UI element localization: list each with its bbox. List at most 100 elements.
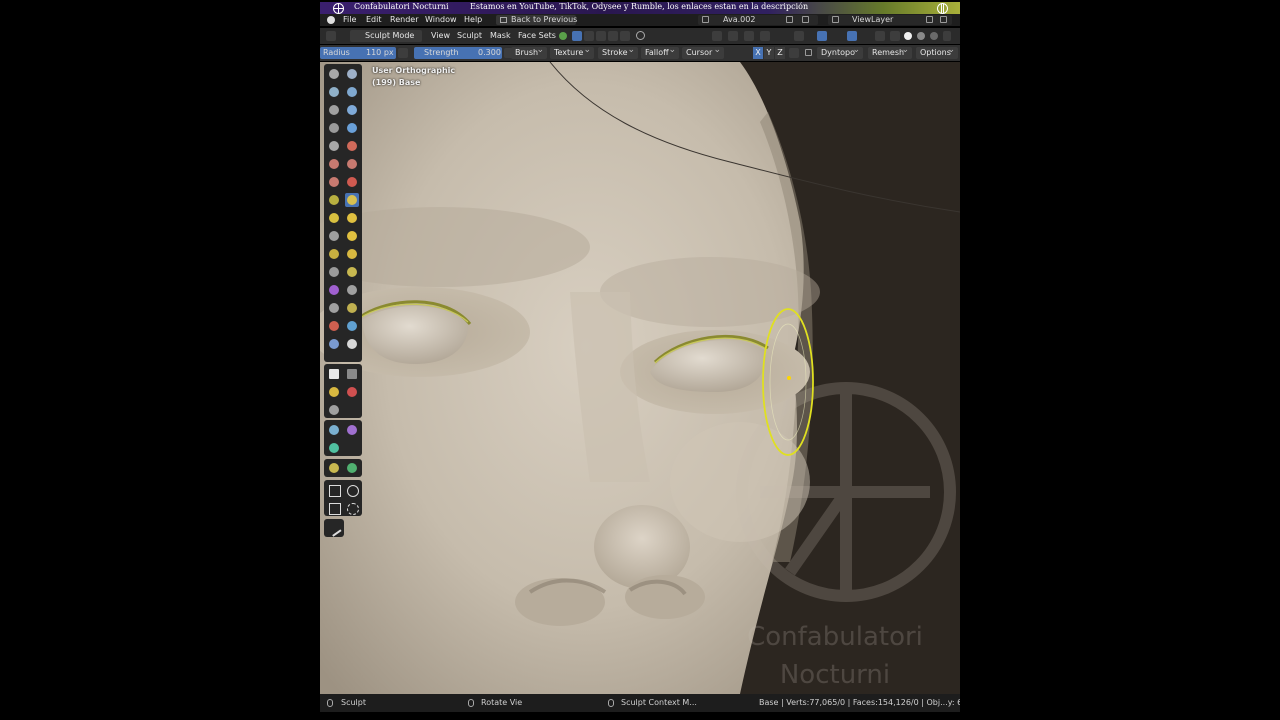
move-icon[interactable] bbox=[327, 483, 341, 497]
dyntopo-checkbox[interactable] bbox=[805, 49, 812, 56]
tool-smear[interactable] bbox=[345, 337, 359, 351]
tool-simplify[interactable] bbox=[345, 283, 359, 297]
tool-mask[interactable] bbox=[327, 301, 341, 315]
axis-z-toggle[interactable]: Z bbox=[775, 47, 785, 59]
brush-dropdown[interactable]: Brush bbox=[511, 45, 547, 59]
menu-edit[interactable]: Edit bbox=[366, 15, 382, 24]
tool-smooth[interactable] bbox=[345, 139, 359, 153]
mode-selector[interactable]: Sculpt Mode bbox=[350, 30, 422, 42]
strength-field[interactable]: Strength 0.300 bbox=[414, 47, 502, 59]
pivot-dropdown-icon[interactable] bbox=[712, 31, 722, 41]
scene-selector[interactable]: Ava.002 bbox=[698, 15, 818, 25]
menu-window[interactable]: Window bbox=[425, 15, 457, 24]
blender-logo-icon[interactable] bbox=[327, 16, 335, 24]
menu-mask[interactable]: Mask bbox=[490, 31, 511, 40]
tool-flatten[interactable] bbox=[327, 157, 341, 171]
lock-axis-icon[interactable] bbox=[789, 48, 799, 58]
tool-draw[interactable] bbox=[327, 67, 341, 81]
search-icon[interactable] bbox=[636, 31, 645, 40]
menu-face-sets[interactable]: Face Sets bbox=[518, 31, 556, 40]
menu-view[interactable]: View bbox=[431, 31, 450, 40]
editor-type-icon[interactable] bbox=[326, 31, 336, 41]
annotate-pen-icon[interactable] bbox=[326, 521, 342, 537]
dyntopo-dropdown[interactable]: Dyntopo bbox=[817, 45, 863, 59]
cursor-dropdown[interactable]: Cursor bbox=[682, 45, 724, 59]
mask-select-icon[interactable] bbox=[608, 31, 618, 41]
tool-clay-thumb[interactable] bbox=[327, 103, 341, 117]
view-layer-selector[interactable]: ViewLayer bbox=[828, 15, 952, 25]
rotate-icon[interactable] bbox=[345, 483, 359, 497]
tool-rotate[interactable] bbox=[345, 247, 359, 261]
tool-line-project[interactable] bbox=[327, 403, 341, 417]
new-scene-icon[interactable] bbox=[786, 16, 793, 23]
tool-nudge[interactable] bbox=[327, 247, 341, 261]
tool-fill[interactable] bbox=[345, 157, 359, 171]
proportional-edit-icon[interactable] bbox=[760, 31, 770, 41]
tool-pinch[interactable] bbox=[327, 193, 341, 207]
shading-options-icon[interactable] bbox=[943, 31, 951, 41]
edge-select-icon[interactable] bbox=[584, 31, 594, 41]
tool-scrape[interactable] bbox=[327, 175, 341, 189]
options-dropdown[interactable]: Options bbox=[916, 45, 958, 59]
tool-snake-hook[interactable] bbox=[345, 211, 359, 225]
xray-toggle-icon[interactable] bbox=[875, 31, 885, 41]
menu-file[interactable]: File bbox=[343, 15, 356, 24]
material-shading-icon[interactable] bbox=[917, 32, 925, 40]
tool-blob[interactable] bbox=[345, 121, 359, 135]
tool-pose[interactable] bbox=[345, 229, 359, 243]
tool-crease[interactable] bbox=[327, 139, 341, 153]
overlays-toggle-icon[interactable] bbox=[847, 31, 857, 41]
3d-viewport[interactable]: User Orthographic (199) Base Confabulato… bbox=[320, 62, 960, 694]
tool-edit-face-set[interactable] bbox=[327, 461, 341, 475]
tool-multiplane-scrape[interactable] bbox=[345, 175, 359, 189]
vertex-select-icon[interactable] bbox=[572, 31, 582, 41]
pressure-pen-icon[interactable] bbox=[398, 48, 408, 58]
tool-multires-displacement-eraser[interactable] bbox=[327, 319, 341, 333]
axis-x-toggle[interactable]: X bbox=[753, 47, 763, 59]
close-view-layer-icon[interactable] bbox=[940, 16, 947, 23]
tool-clay[interactable] bbox=[327, 85, 341, 99]
back-to-previous-button[interactable]: Back to Previous bbox=[496, 15, 577, 25]
snapping-icon[interactable] bbox=[744, 31, 754, 41]
axis-y-toggle[interactable]: Y bbox=[764, 47, 774, 59]
tool-draw-face-sets[interactable] bbox=[345, 301, 359, 315]
face-select-icon[interactable] bbox=[596, 31, 606, 41]
falloff-dropdown[interactable]: Falloff bbox=[641, 45, 679, 59]
tool-multires-displacement-smear[interactable] bbox=[345, 319, 359, 333]
tool-clay-strips[interactable] bbox=[345, 85, 359, 99]
tool-thumb[interactable] bbox=[327, 229, 341, 243]
scale-icon[interactable] bbox=[327, 501, 341, 515]
tool-mask-by-color[interactable] bbox=[345, 461, 359, 475]
new-view-layer-icon[interactable] bbox=[926, 16, 933, 23]
lasso-icon[interactable] bbox=[620, 31, 630, 41]
solid-shading-icon[interactable] bbox=[904, 32, 912, 40]
menu-sculpt[interactable]: Sculpt bbox=[457, 31, 482, 40]
wireframe-shading-icon[interactable] bbox=[890, 31, 900, 41]
menu-help[interactable]: Help bbox=[464, 15, 482, 24]
tool-cloth[interactable] bbox=[327, 283, 341, 297]
tool-paint[interactable] bbox=[327, 337, 341, 351]
tool-box-hide[interactable] bbox=[345, 367, 359, 381]
tool-box-mask[interactable] bbox=[327, 367, 341, 381]
tool-elastic-deform[interactable] bbox=[327, 211, 341, 225]
face-set-icon[interactable] bbox=[559, 32, 567, 40]
tool-grab[interactable] bbox=[345, 193, 359, 207]
visibility-icon[interactable] bbox=[794, 31, 804, 41]
tool-cloth-filter[interactable] bbox=[345, 423, 359, 437]
gizmo-toggle-icon[interactable] bbox=[817, 31, 827, 41]
tool-boundary[interactable] bbox=[345, 265, 359, 279]
transform-icon[interactable] bbox=[345, 501, 359, 515]
tool-layer[interactable] bbox=[345, 103, 359, 117]
menu-render[interactable]: Render bbox=[390, 15, 418, 24]
tool-mesh-filter[interactable] bbox=[327, 423, 341, 437]
tool-draw-sharp[interactable] bbox=[345, 67, 359, 81]
texture-dropdown[interactable]: Texture bbox=[550, 45, 594, 59]
tool-inflate[interactable] bbox=[327, 121, 341, 135]
tool-box-trim[interactable] bbox=[345, 385, 359, 399]
transform-orientation-icon[interactable] bbox=[728, 31, 738, 41]
tool-color-filter[interactable] bbox=[327, 441, 341, 455]
close-scene-icon[interactable] bbox=[802, 16, 809, 23]
tool-slide-relax[interactable] bbox=[327, 265, 341, 279]
stroke-dropdown[interactable]: Stroke bbox=[598, 45, 638, 59]
radius-field[interactable]: Radius 110 px bbox=[320, 47, 396, 59]
